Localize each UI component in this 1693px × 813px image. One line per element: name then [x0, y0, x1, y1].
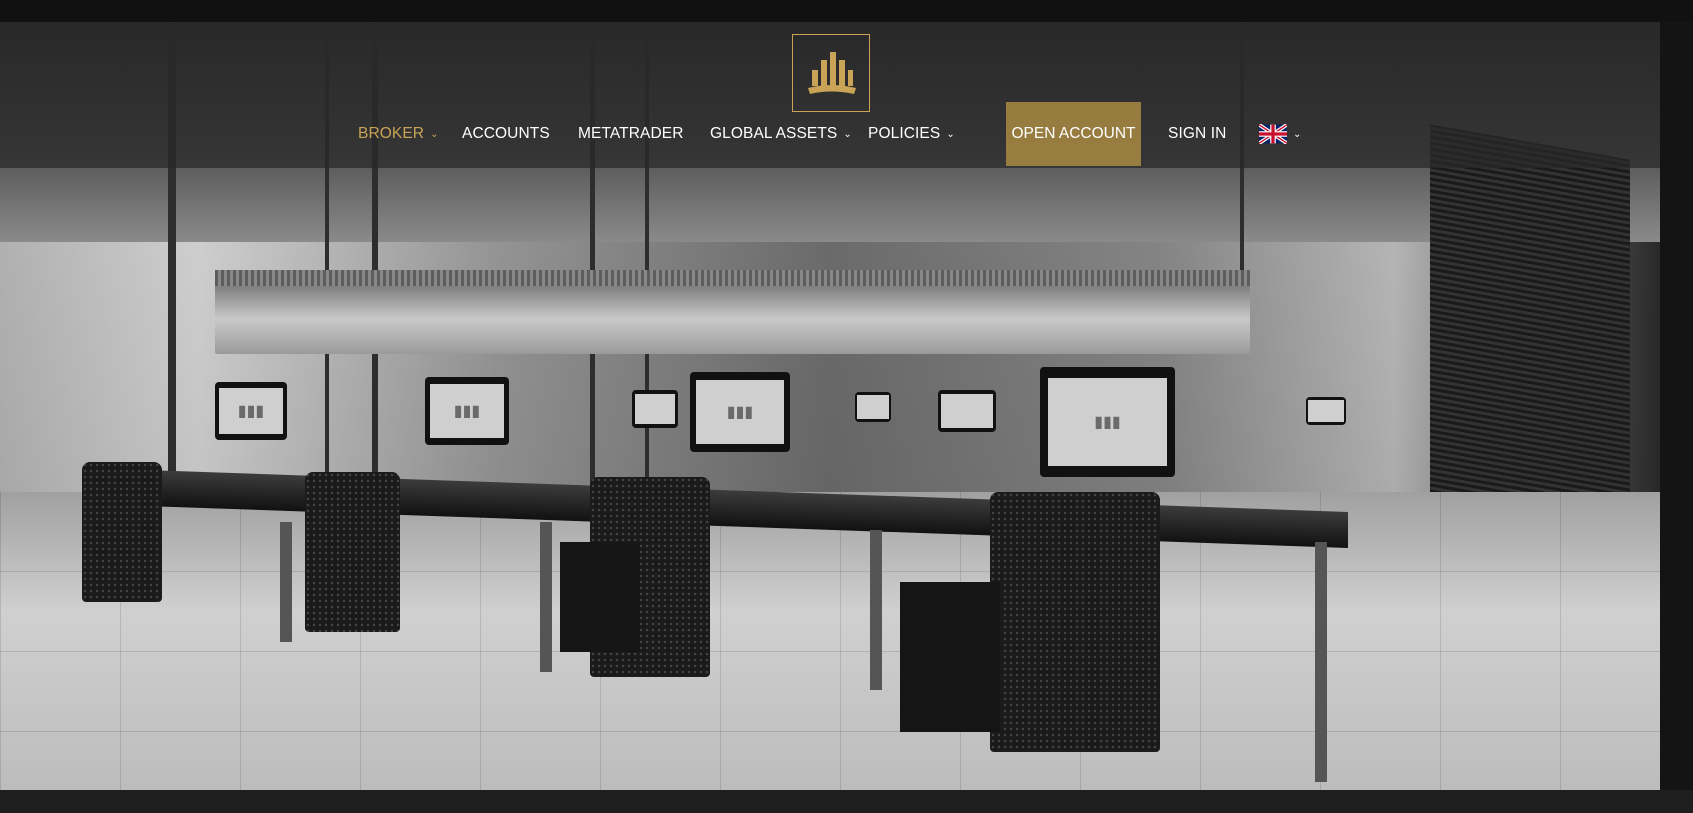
floor	[0, 492, 1660, 790]
desk-leg	[540, 522, 552, 672]
sign-in-label: SIGN IN	[1168, 125, 1227, 142]
chevron-down-icon: ⌄	[430, 129, 439, 140]
chevron-down-icon: ⌄	[946, 129, 955, 140]
drawer-unit	[560, 542, 640, 652]
nav-accounts-label: ACCOUNTS	[462, 125, 550, 142]
open-account-button[interactable]: OPEN ACCOUNT	[1006, 102, 1141, 166]
site-logo[interactable]	[792, 34, 870, 112]
drawer-unit	[900, 582, 1000, 732]
monitor	[1306, 397, 1346, 425]
nav-policies[interactable]: POLICIES ⌄	[868, 102, 955, 166]
planter-shelf	[215, 270, 1250, 354]
chevron-down-icon: ⌄	[1293, 129, 1302, 140]
nav-global-assets[interactable]: GLOBAL ASSETS ⌄	[710, 102, 852, 166]
desk-leg	[280, 522, 292, 642]
nav-sign-in[interactable]: SIGN IN	[1168, 102, 1226, 166]
page-footer-strip	[0, 790, 1693, 813]
main-nav: BROKER ⌄ ACCOUNTS METATRADER GLOBAL ASSET…	[0, 102, 1693, 166]
nav-policies-label: POLICIES	[868, 125, 941, 142]
language-selector[interactable]: ⌄	[1259, 102, 1301, 166]
nav-broker[interactable]: BROKER ⌄	[358, 102, 439, 166]
monitor: ▮▮▮	[215, 382, 287, 440]
desk-leg	[870, 530, 882, 690]
monitor: ▮▮▮	[690, 372, 790, 452]
office-chair	[82, 462, 162, 602]
nav-metatrader[interactable]: METATRADER	[578, 102, 683, 166]
bar-crown-logo-icon	[808, 52, 856, 94]
nav-metatrader-label: METATRADER	[578, 125, 684, 142]
nav-global-assets-label: GLOBAL ASSETS	[710, 125, 838, 142]
chevron-down-icon: ⌄	[843, 129, 852, 140]
monitor	[938, 390, 996, 432]
office-chair	[305, 472, 400, 632]
monitor: ▮▮▮	[425, 377, 509, 445]
nav-accounts[interactable]: ACCOUNTS	[462, 102, 550, 166]
monitor	[632, 390, 678, 428]
office-chair	[990, 492, 1160, 752]
uk-flag-icon	[1259, 123, 1287, 144]
desk-leg	[1315, 542, 1327, 782]
nav-broker-label: BROKER	[358, 125, 425, 142]
site-header: BROKER ⌄ ACCOUNTS METATRADER GLOBAL ASSET…	[0, 22, 1660, 168]
monitor: ▮▮▮	[1040, 367, 1175, 477]
monitor	[855, 392, 891, 422]
